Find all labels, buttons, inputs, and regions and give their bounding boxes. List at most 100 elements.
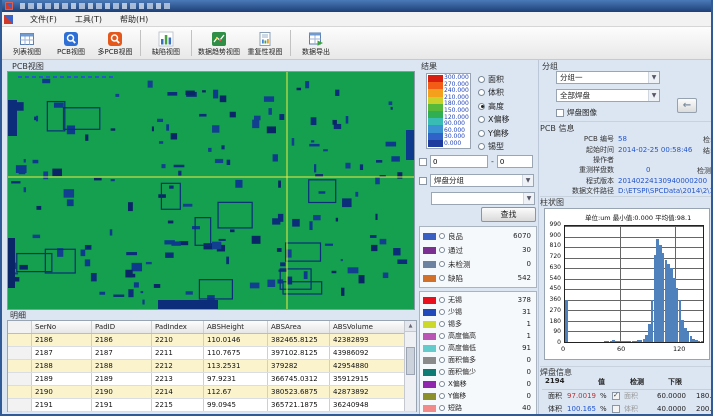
status-label: 缺陷 bbox=[448, 273, 463, 284]
pad-metric-check-label: 体积 bbox=[624, 404, 638, 414]
title-bar[interactable] bbox=[0, 0, 713, 12]
status-row[interactable]: 面积偏多0 bbox=[420, 354, 536, 366]
pad-metric-checkbox[interactable] bbox=[612, 392, 620, 400]
metric-radio[interactable]: 体积 bbox=[478, 87, 536, 98]
status-row[interactable]: 高度偏高1 bbox=[420, 330, 536, 342]
data-export-button[interactable]: 数据导出 bbox=[294, 28, 338, 59]
metric-radio[interactable]: 面积 bbox=[478, 74, 536, 85]
status-row[interactable]: 缺陷542 bbox=[420, 271, 536, 285]
metric-radio[interactable]: 锡型 bbox=[478, 141, 536, 152]
status-count: 0 bbox=[527, 356, 531, 364]
info-label: 程式版本 bbox=[540, 176, 614, 186]
group-select[interactable]: 分组一 ▼ bbox=[556, 71, 660, 84]
table-row[interactable]: 218821882212113.253137928242954880 bbox=[8, 360, 416, 373]
table-row[interactable]: 21912191221599.0945365721.187536240948 bbox=[8, 399, 416, 412]
status-row[interactable]: 高度偏低91 bbox=[420, 342, 536, 354]
toolbar-separator bbox=[191, 30, 192, 56]
status-row[interactable]: 锡多1 bbox=[420, 318, 536, 330]
pad-group-select-value: 焊盘分组 bbox=[434, 175, 464, 186]
pad-metric-name: 体积 bbox=[548, 404, 562, 414]
secondary-select[interactable]: ▼ bbox=[431, 192, 535, 205]
y-tick-label: 90 bbox=[553, 329, 561, 335]
info-label: 操作者 bbox=[540, 155, 614, 165]
status-count: 0 bbox=[527, 380, 531, 388]
pad-select[interactable]: 全部焊盘 ▼ bbox=[556, 89, 660, 102]
range-from-input[interactable] bbox=[430, 155, 488, 168]
multi-pcb-view-icon bbox=[107, 31, 123, 47]
status-row[interactable]: 通过30 bbox=[420, 243, 536, 257]
repeat-view-label: 重复性视图 bbox=[248, 48, 283, 56]
scroll-up-icon[interactable]: ▲ bbox=[405, 321, 416, 332]
pad-id: 2194 bbox=[545, 377, 564, 385]
menu-item[interactable]: 帮助(H) bbox=[111, 13, 157, 26]
metric-radio[interactable]: X偏移 bbox=[478, 114, 536, 125]
scale-tick-label: 0.000 bbox=[444, 141, 469, 147]
pad-image-checkbox[interactable] bbox=[556, 109, 564, 117]
table-row[interactable]: 219021902214112.67380523.687542873892 bbox=[8, 386, 416, 399]
pcb-info-rows: PCB 编号58起始时间2014-02-25 00:58:46操作者重测样盘数0… bbox=[540, 134, 713, 196]
detail-table-scrollbar[interactable]: ▲ bbox=[404, 321, 416, 411]
pcb-view-button[interactable]: PCB视图 bbox=[49, 28, 93, 59]
toolbar: 列表视图 PCB视图 多PCB视图 缺陷视图 数据趋势视图 重复性视图 数据导出 bbox=[0, 27, 713, 60]
status-row[interactable]: 良品6070 bbox=[420, 229, 536, 243]
status-row[interactable]: X偏移 0 bbox=[420, 378, 536, 390]
menu-item[interactable]: 工具(T) bbox=[66, 13, 111, 26]
table-row[interactable]: 21892189221397.9231366745.031235912915 bbox=[8, 373, 416, 386]
repeat-view-icon bbox=[257, 31, 273, 47]
metric-label: X偏移 bbox=[488, 114, 509, 125]
status-count: 31 bbox=[522, 308, 531, 316]
back-arrow-button[interactable]: ← bbox=[677, 98, 697, 113]
status-label: Y偏移 bbox=[448, 391, 466, 401]
color-scale-labels: 300.000270.000240.000210.000180.000150.0… bbox=[443, 75, 469, 147]
y-tick-label: 270 bbox=[550, 308, 561, 314]
range-to-input[interactable] bbox=[497, 155, 533, 168]
y-tick-label: 810 bbox=[550, 243, 561, 249]
pad-metric-lower-limit: 60.0000 bbox=[648, 392, 686, 400]
trend-view-button[interactable]: 数据趋势视图 bbox=[195, 28, 243, 59]
chevron-down-icon: ▼ bbox=[522, 175, 533, 186]
histogram-bar bbox=[701, 341, 704, 342]
table-row[interactable]: 218621862210110.0146382465.812542382893 bbox=[8, 334, 416, 347]
pad-select-value: 全部焊盘 bbox=[560, 90, 590, 101]
status-count: 0 bbox=[527, 368, 531, 376]
pad-group-select[interactable]: 焊盘分组 ▼ bbox=[430, 174, 534, 187]
pad-group-row: 焊盘分组 ▼ bbox=[419, 174, 537, 187]
status-row[interactable]: 无锡378 bbox=[420, 294, 536, 306]
pad-metric-checkbox[interactable] bbox=[612, 405, 620, 413]
repeat-view-button[interactable]: 重复性视图 bbox=[243, 28, 287, 59]
metric-radio[interactable]: 高度 bbox=[478, 101, 536, 112]
metric-radio[interactable]: Y偏移 bbox=[478, 128, 536, 139]
status-row[interactable]: Y偏移0 bbox=[420, 390, 536, 402]
scrollbar-thumb[interactable] bbox=[406, 347, 415, 375]
status-count: 0 bbox=[527, 260, 531, 268]
value-column-header: 值 bbox=[598, 377, 605, 387]
status-row[interactable]: 未检测0 bbox=[420, 257, 536, 271]
status-label: X偏移 bbox=[448, 379, 467, 389]
menu-item[interactable]: 文件(F) bbox=[21, 13, 66, 26]
pad-metric-upper-limit: 200. bbox=[696, 405, 712, 413]
toolbar-separator bbox=[140, 30, 141, 56]
find-button[interactable]: 查找 bbox=[481, 207, 536, 222]
status-row[interactable]: 短路40 bbox=[420, 402, 536, 414]
window-title bbox=[20, 3, 170, 9]
list-view-button[interactable]: 列表视图 bbox=[5, 28, 49, 59]
detail-table-body: 218621862210110.0146382465.8125423828932… bbox=[8, 334, 416, 412]
status-label: 良品 bbox=[448, 231, 463, 242]
histogram-subtitle: 单位:um 最小值:0.000 平均值:98.1 bbox=[585, 212, 691, 222]
status-row[interactable]: 少锡31 bbox=[420, 306, 536, 318]
status-row[interactable]: 面积偏少0 bbox=[420, 366, 536, 378]
pcb-board-view[interactable] bbox=[7, 71, 415, 310]
metric-label: 体积 bbox=[488, 87, 504, 98]
panel-splitter[interactable] bbox=[538, 60, 539, 416]
range-filter-row: - bbox=[419, 155, 537, 168]
range-checkbox[interactable] bbox=[419, 158, 427, 166]
multi-pcb-view-button[interactable]: 多PCB视图 bbox=[93, 28, 137, 59]
table-row[interactable]: 218721872211110.7675397102.812543986092 bbox=[8, 347, 416, 360]
pad-info-rows: 面积97.0019%面积60.0000180.体积100.165%体积40.00… bbox=[540, 389, 713, 415]
group-panel-title: 分组 bbox=[542, 61, 558, 72]
defect-view-button[interactable]: 缺陷视图 bbox=[144, 28, 188, 59]
window-border-left bbox=[0, 0, 2, 416]
x-tick-label: 0 bbox=[561, 345, 565, 353]
chevron-down-icon: ▼ bbox=[648, 90, 659, 101]
pad-group-checkbox[interactable] bbox=[419, 177, 427, 185]
